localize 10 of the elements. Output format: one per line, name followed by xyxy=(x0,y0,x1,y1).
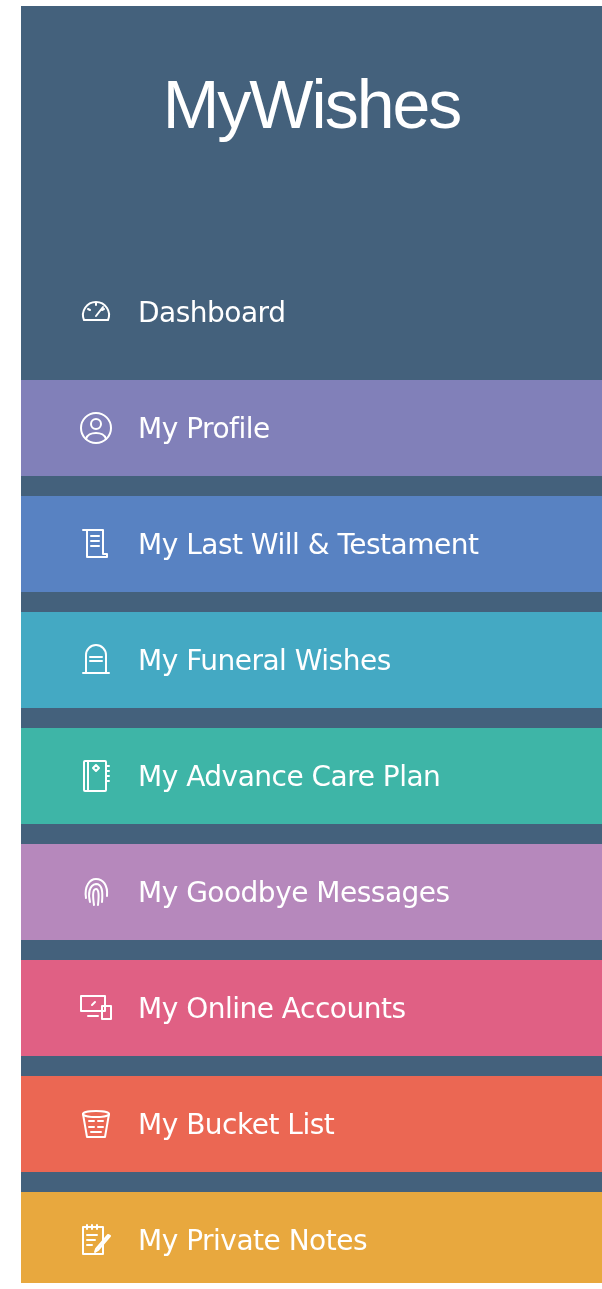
menu-item[interactable]: My Online Accounts xyxy=(21,960,602,1056)
menu-item[interactable]: My Funeral Wishes xyxy=(21,612,602,708)
logo: MyWishes xyxy=(162,65,461,144)
menu-item[interactable]: My Last Will & Testament xyxy=(21,496,602,592)
menu-item[interactable]: My Private Notes xyxy=(21,1192,602,1283)
menu-item[interactable]: My Bucket List xyxy=(21,1076,602,1172)
user-icon xyxy=(78,410,114,446)
menu-item[interactable]: My Advance Care Plan xyxy=(21,728,602,824)
menu-item[interactable]: My Profile xyxy=(21,380,602,476)
menu-item[interactable]: My Goodbye Messages xyxy=(21,844,602,940)
